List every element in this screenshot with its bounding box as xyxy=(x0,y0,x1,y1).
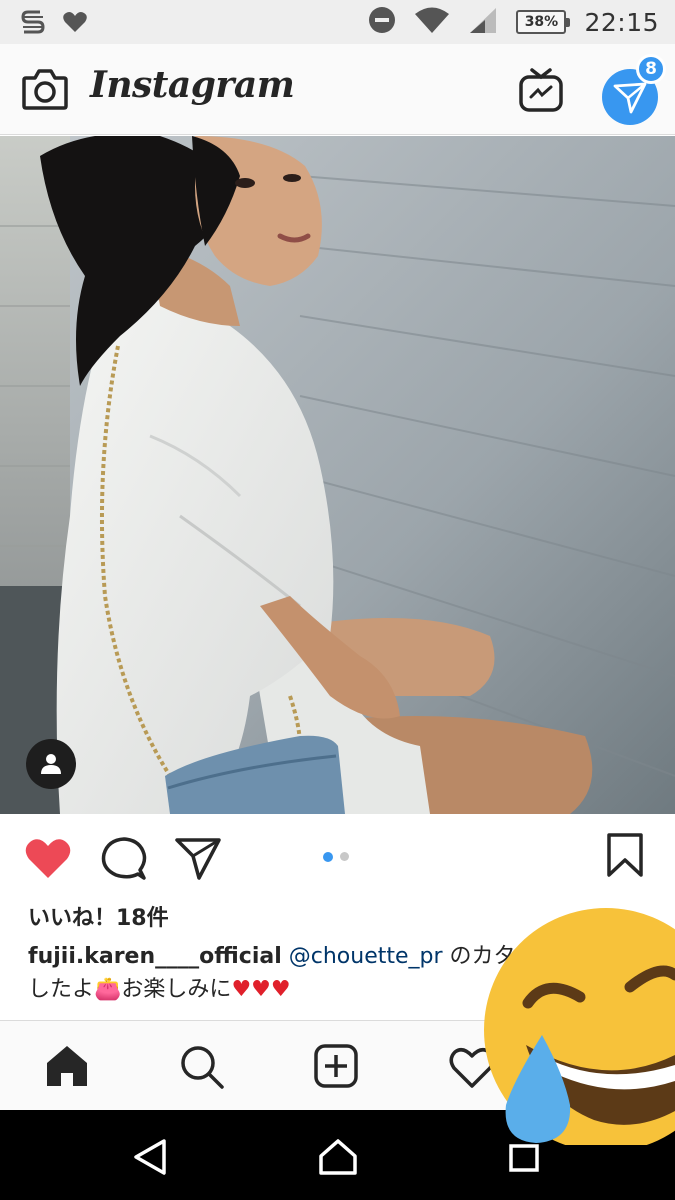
new-post-icon[interactable] xyxy=(313,1043,359,1093)
likes-count[interactable]: いいね！18件 xyxy=(28,900,169,932)
person-icon xyxy=(41,754,61,774)
tears-of-joy-emoji xyxy=(484,905,675,1152)
carousel-indicator xyxy=(323,851,349,862)
battery-percent: 38% xyxy=(524,14,559,30)
caption-username[interactable]: fujii.karen____official xyxy=(28,944,282,969)
igtv-icon[interactable] xyxy=(518,68,564,116)
caption-mention[interactable]: @chouette_pr xyxy=(289,944,443,969)
status-bar: 38% 22:15 xyxy=(0,0,675,44)
post-image[interactable] xyxy=(0,136,675,814)
handbag-emoji: 👛 xyxy=(94,977,122,1002)
save-bookmark-icon[interactable] xyxy=(606,832,644,882)
clock: 22:15 xyxy=(584,7,659,37)
heart-icon xyxy=(62,10,88,38)
app-header: Instagram 8 xyxy=(0,44,675,135)
search-icon[interactable] xyxy=(178,1043,226,1095)
home-button-icon[interactable] xyxy=(318,1138,358,1180)
like-heart-icon[interactable] xyxy=(24,836,72,884)
back-icon[interactable] xyxy=(132,1138,168,1180)
signal-icon xyxy=(468,6,498,38)
carousel-dot xyxy=(323,851,333,862)
battery-icon: 38% xyxy=(516,10,571,34)
comment-icon[interactable] xyxy=(100,836,148,886)
caption-hearts: ♥♥♥ xyxy=(231,977,291,1002)
tagged-people-button[interactable] xyxy=(26,739,76,789)
caption-text-part1: したよ xyxy=(28,977,95,1002)
app-logo: Instagram xyxy=(90,64,295,106)
share-icon[interactable] xyxy=(175,836,221,884)
dm-badge: 8 xyxy=(636,54,666,84)
s-app-icon xyxy=(20,8,46,40)
dnd-icon xyxy=(368,6,396,38)
camera-icon[interactable] xyxy=(22,68,68,114)
wifi-icon xyxy=(414,6,450,38)
post-actions xyxy=(0,814,675,900)
home-icon[interactable] xyxy=(44,1043,90,1093)
caption-text-part2: お楽しみに xyxy=(121,977,232,1002)
carousel-dot xyxy=(340,852,349,861)
